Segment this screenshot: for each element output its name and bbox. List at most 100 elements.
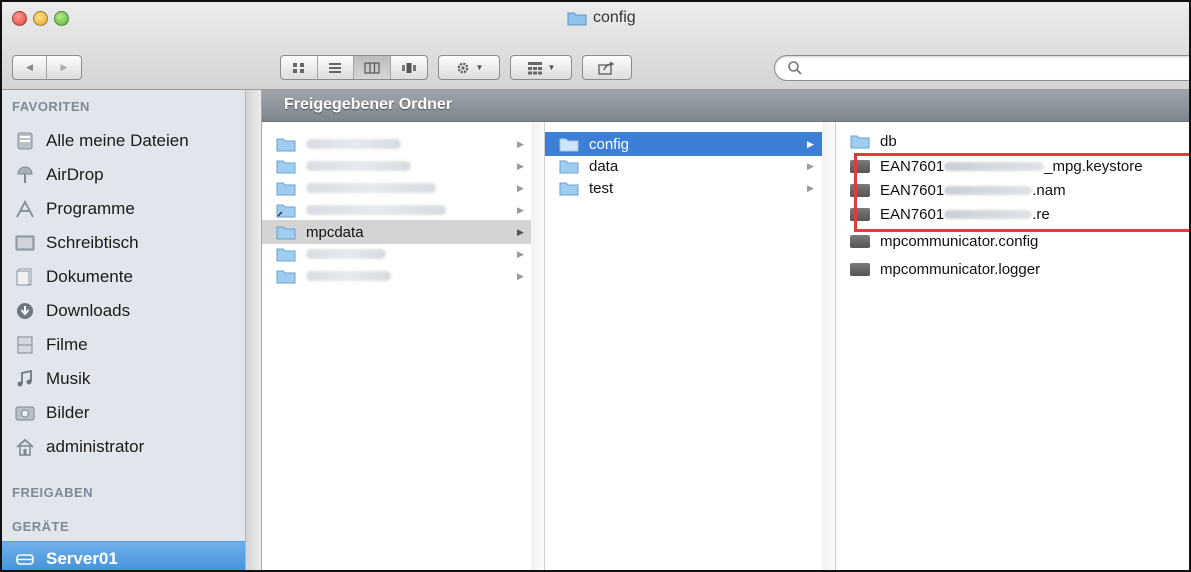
column-view-icon (364, 61, 380, 74)
list-item-label: mpcommunicator.logger (880, 260, 1041, 278)
document-icon (850, 207, 870, 221)
finder-window: config ◀ ▶ ▼ ▼ FAVORITEN Alle meine Date… (0, 0, 1191, 572)
sidebar-item-all-my-files[interactable]: Alle meine Dateien (2, 124, 245, 158)
chevron-right-icon: ▶ (517, 205, 524, 215)
chevron-down-icon: ▼ (547, 63, 556, 72)
redacted-name (944, 209, 1033, 219)
list-item[interactable]: ▶ (262, 176, 532, 200)
folder-icon (276, 226, 296, 240)
share-icon (598, 61, 615, 75)
toolbar: config ◀ ▶ ▼ ▼ (2, 2, 1189, 90)
file-name-suffix: _mpg.keystore (1044, 157, 1143, 175)
window-title: config (567, 9, 636, 27)
minimize-button[interactable] (33, 11, 48, 26)
chevron-down-icon: ▼ (475, 63, 484, 72)
back-button[interactable]: ◀ (13, 56, 48, 79)
list-view-button[interactable] (318, 56, 354, 79)
list-item-db[interactable]: db (836, 129, 1189, 153)
list-item[interactable]: ▶ (262, 198, 532, 222)
list-item[interactable]: ▶ (262, 154, 532, 178)
sidebar-item-airdrop[interactable]: AirDrop (2, 158, 245, 192)
window-title-text: config (593, 9, 636, 26)
sidebar-splitter[interactable] (246, 90, 262, 570)
folder-icon (276, 160, 296, 174)
list-item-config[interactable]: config ▶ (545, 132, 822, 156)
document-icon (850, 262, 870, 276)
search-input[interactable] (807, 59, 1187, 77)
sidebar-item-documents[interactable]: Dokumente (2, 260, 245, 294)
list-item[interactable]: ▶ (262, 132, 532, 156)
action-group: ▼ (438, 55, 500, 80)
zoom-button[interactable] (54, 11, 69, 26)
column-view-button[interactable] (354, 56, 391, 79)
file-name-suffix: .nam (1032, 181, 1066, 199)
cover-flow-button[interactable] (391, 56, 427, 79)
sidebar-item-pictures[interactable]: Bilder (2, 396, 245, 430)
sidebar-item-music[interactable]: Musik (2, 362, 245, 396)
redacted-name (306, 139, 401, 149)
column-resize-handle[interactable] (531, 122, 545, 570)
file-name-prefix: EAN7601 (880, 181, 945, 199)
search-field[interactable] (774, 55, 1189, 81)
chevron-right-icon: ▶ (517, 227, 524, 237)
forward-arrow-icon: ▶ (60, 62, 68, 72)
redacted-name (306, 205, 446, 215)
sidebar-heading-shared: FREIGABEN (12, 485, 94, 500)
icon-view-button[interactable] (281, 56, 318, 79)
list-item-data[interactable]: data ▶ (545, 154, 822, 178)
list-item-mpcommunicator-logger[interactable]: mpcommunicator.logger (836, 257, 1189, 281)
list-view-icon (329, 62, 342, 73)
redacted-name (306, 161, 411, 171)
forward-button[interactable]: ▶ (47, 56, 81, 79)
sidebar-heading-devices: GERÄTE (12, 519, 70, 534)
file-name-prefix: EAN7601 (880, 157, 945, 175)
sidebar-item-desktop[interactable]: Schreibtisch (2, 226, 245, 260)
folder-icon (850, 135, 870, 149)
movies-icon (14, 334, 36, 356)
list-item-re[interactable]: EAN7601 .re (836, 202, 1189, 226)
home-icon (14, 436, 36, 458)
folder-icon (276, 138, 296, 152)
list-item-mpcommunicator-config[interactable]: mpcommunicator.config (836, 229, 1189, 253)
chevron-right-icon: ▶ (807, 183, 814, 193)
icon-view-icon (292, 62, 304, 73)
list-item-keystore[interactable]: EAN7601 _mpg.keystore (836, 154, 1189, 178)
folder-icon (276, 248, 296, 262)
action-menu-button[interactable]: ▼ (439, 56, 499, 79)
folder-icon (559, 138, 579, 152)
folder-icon (567, 12, 587, 26)
list-item-test[interactable]: test ▶ (545, 176, 822, 200)
folder-icon (276, 270, 296, 284)
chevron-right-icon: ▶ (517, 249, 524, 259)
downloads-icon (14, 300, 36, 322)
sidebar-item-server01[interactable]: Server01 (2, 541, 245, 570)
sidebar-item-applications[interactable]: Programme (2, 192, 245, 226)
sidebar-item-movies[interactable]: Filme (2, 328, 245, 362)
list-item-mpcdata[interactable]: mpcdata ▶ (262, 220, 532, 244)
sidebar-item-label: Programme (46, 199, 135, 218)
list-item[interactable]: ▶ (262, 242, 532, 266)
redacted-name (306, 183, 436, 193)
column-resize-handle[interactable] (822, 122, 836, 570)
chevron-right-icon: ▶ (807, 139, 814, 149)
folder-alias-icon (276, 204, 296, 218)
list-item[interactable]: ▶ (262, 264, 532, 288)
arrange-button[interactable]: ▼ (511, 56, 571, 79)
search-icon (788, 61, 802, 75)
list-item-nam[interactable]: EAN7601 .nam (836, 178, 1189, 202)
browser-header: Freigegebener Ordner (262, 90, 1189, 122)
sidebar-item-label: Dokumente (46, 267, 133, 286)
close-button[interactable] (12, 11, 27, 26)
browser-column-2: config ▶ data ▶ test ▶ (545, 122, 836, 570)
sidebar-item-home[interactable]: administrator (2, 430, 245, 464)
share-button[interactable] (583, 56, 631, 79)
all-files-icon (14, 130, 36, 152)
folder-icon (559, 182, 579, 196)
list-item-label: data (589, 157, 619, 175)
browser-header-title: Freigegebener Ordner (284, 96, 453, 113)
sidebar-item-label: Downloads (46, 301, 131, 320)
sidebar-item-downloads[interactable]: Downloads (2, 294, 245, 328)
document-icon (850, 159, 870, 173)
share-group (582, 55, 632, 80)
nav-buttons: ◀ ▶ (12, 55, 82, 80)
